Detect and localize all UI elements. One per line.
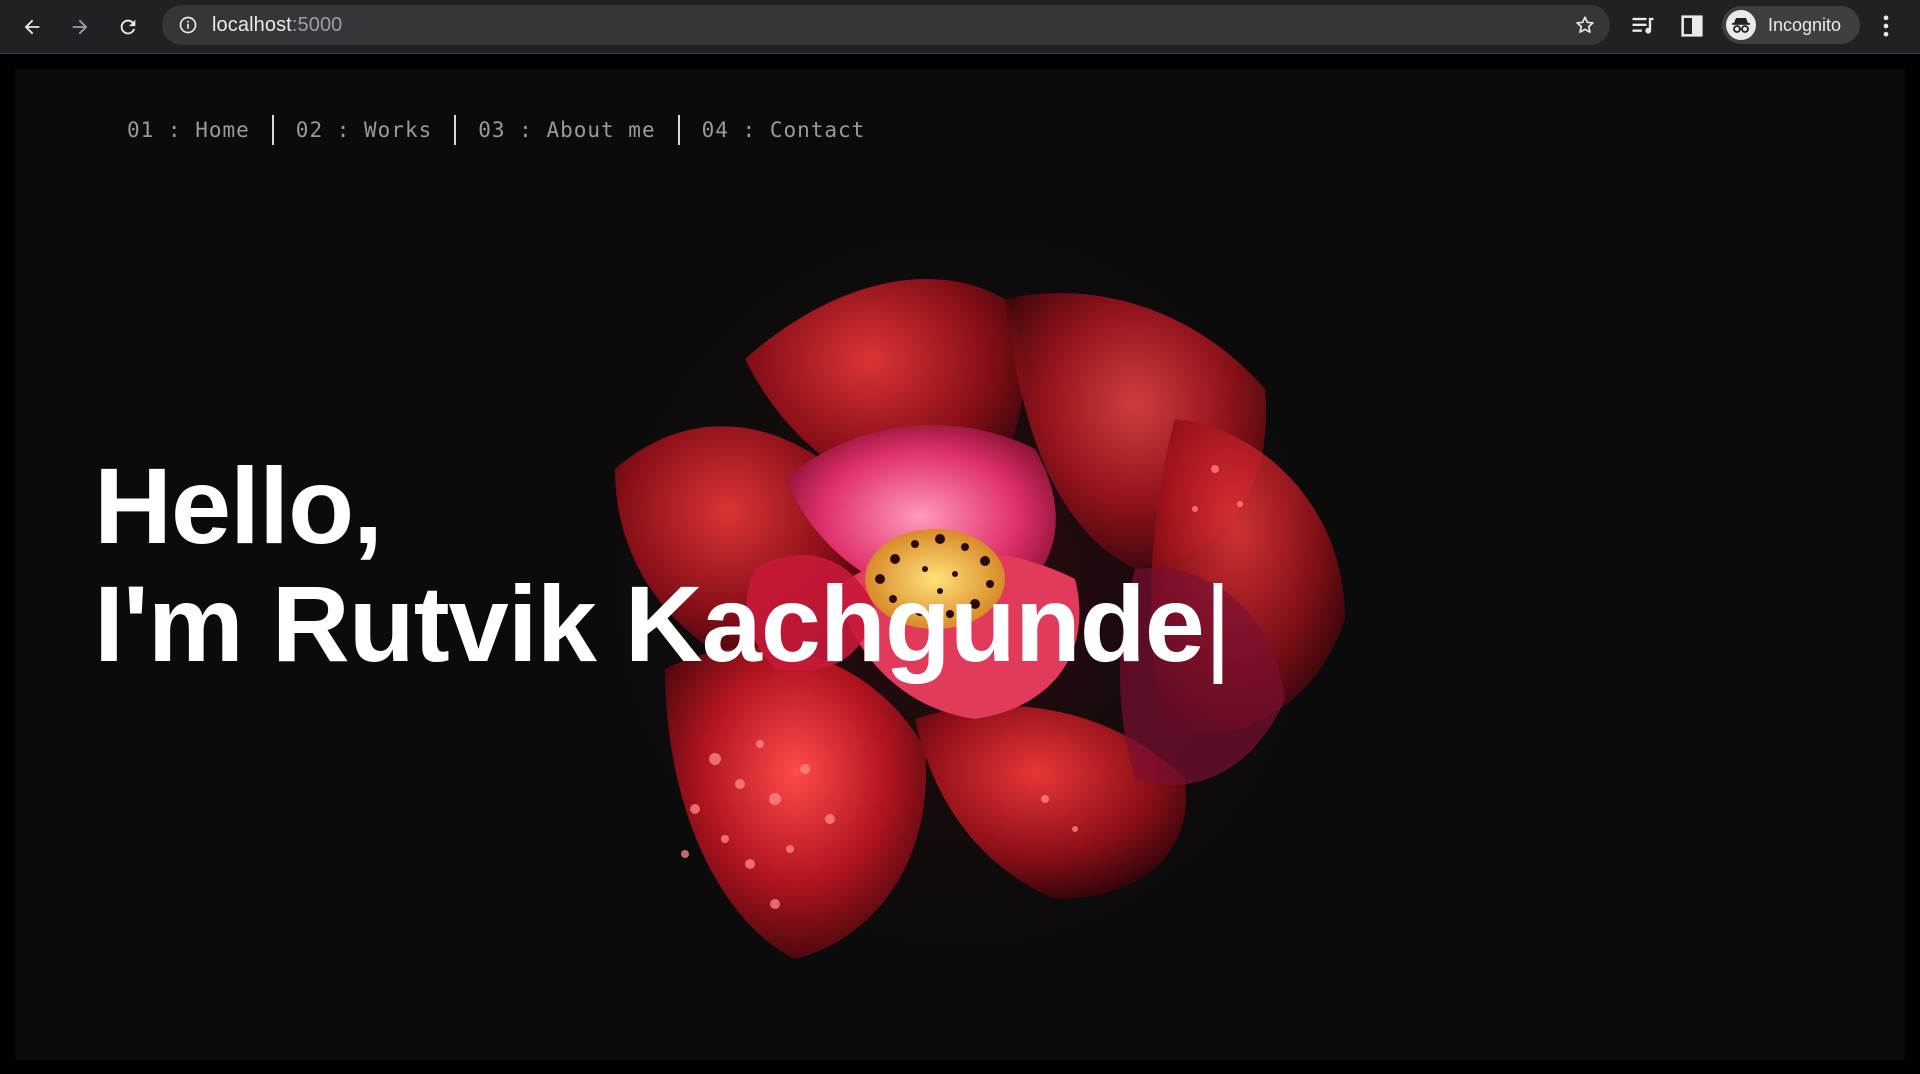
back-button[interactable] (15, 10, 49, 44)
hero-greeting: Hello, (94, 445, 383, 566)
nav-link-contact[interactable]: 04 : Contact (680, 118, 888, 142)
url-port: :5000 (291, 14, 343, 36)
forward-button[interactable] (63, 10, 97, 44)
url-text: localhost:5000 (212, 14, 342, 37)
media-controls-icon[interactable] (1629, 12, 1657, 40)
reload-icon (120, 19, 136, 35)
nav-link-home[interactable]: 01 : Home (127, 118, 272, 142)
browser-menu-icon[interactable] (1872, 12, 1900, 40)
site-info-icon[interactable] (178, 15, 198, 35)
reload-button[interactable] (111, 10, 145, 44)
bookmark-star-icon[interactable] (1574, 14, 1596, 36)
nav-link-works[interactable]: 02 : Works (274, 118, 454, 142)
browser-toolbar: localhost:5000 Incognito (0, 0, 1920, 54)
side-panel-icon[interactable] (1678, 12, 1706, 40)
page-viewport: 01 : Home 02 : Works 03 : About me 04 : … (15, 69, 1905, 1060)
url-host: localhost (212, 14, 292, 36)
typing-cursor: | (1203, 563, 1232, 684)
hero-name-line: I'm Rutvik Kachgunde| (94, 563, 1232, 684)
nav-link-about[interactable]: 03 : About me (456, 118, 677, 142)
back-arrow-icon (24, 19, 40, 35)
incognito-profile-button[interactable]: Incognito (1722, 6, 1860, 44)
hero-name: I'm Rutvik Kachgunde (94, 563, 1205, 684)
hero-heading: Hello, I'm Rutvik Kachgunde| (94, 445, 1232, 684)
forward-arrow-icon (72, 19, 88, 35)
incognito-icon (1726, 10, 1756, 40)
profile-label: Incognito (1768, 15, 1842, 35)
address-bar[interactable]: localhost:5000 (162, 5, 1610, 45)
site-navigation: 01 : Home 02 : Works 03 : About me 04 : … (127, 115, 887, 145)
